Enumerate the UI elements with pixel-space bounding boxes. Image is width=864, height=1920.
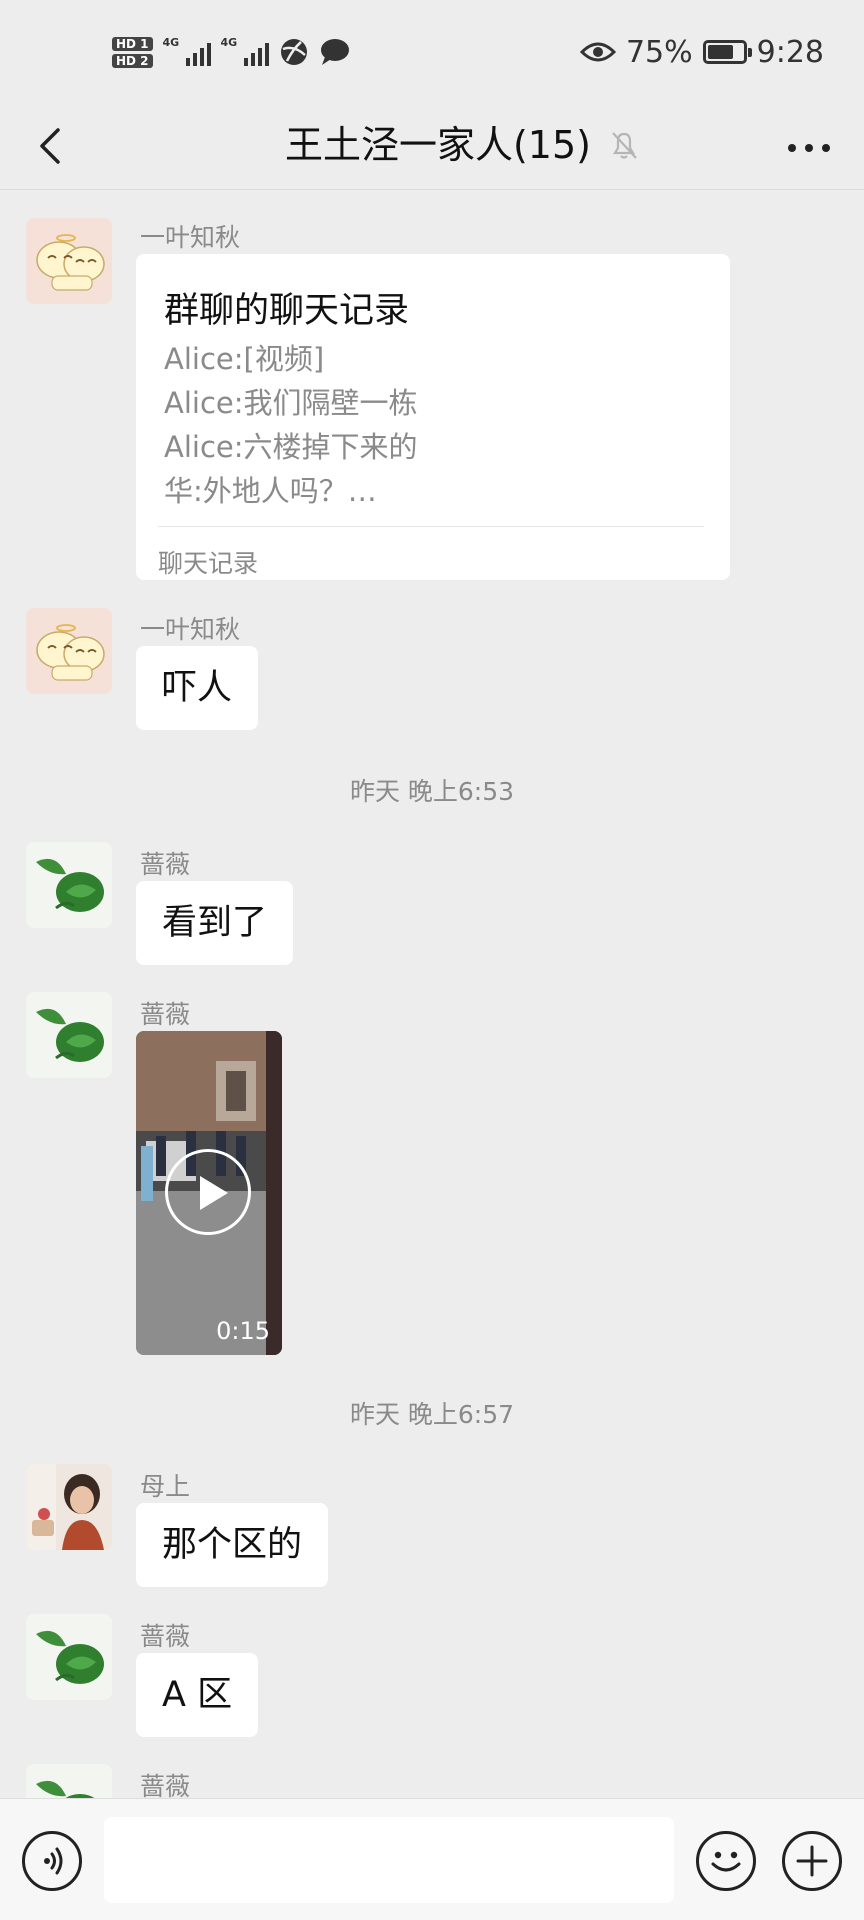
input-bar	[0, 1798, 864, 1920]
avatar[interactable]	[26, 218, 112, 304]
status-bar-right: 75% 9:28	[579, 30, 824, 74]
title-wrap: 王土泾一家人(15)	[285, 120, 639, 170]
message-bubble[interactable]: 那个区的	[136, 1503, 329, 1587]
timestamp: 昨天 晚上6:53	[349, 777, 515, 806]
sender-name: 一叶知秋	[140, 223, 241, 252]
card-line: Alice:[视频]	[164, 342, 325, 376]
chat-history-card[interactable]: 群聊的聊天记录 Alice:[视频] Alice:我们隔壁一栋 Alice:六楼…	[136, 254, 730, 580]
battery-icon	[702, 40, 752, 64]
timestamp: 昨天 晚上6:57	[349, 1400, 515, 1429]
smiley-icon	[711, 1851, 741, 1872]
avatar[interactable]	[26, 1464, 112, 1550]
battery-fill	[707, 45, 734, 59]
net2-label: 4G	[220, 36, 238, 49]
woman-photo-avatar-icon	[26, 1464, 112, 1550]
card-line: Alice:我们隔壁一栋	[164, 386, 418, 420]
sender-name: 蔷薇	[140, 1622, 191, 1651]
more-actions-button[interactable]	[782, 1831, 842, 1891]
title-area: 王土泾一家人(15)	[0, 120, 864, 170]
sender-name: 蔷薇	[140, 1000, 191, 1029]
status-bar: HD 1 HD 2 4G 4G 75% 9:28	[0, 0, 864, 104]
green-rose-avatar-icon	[26, 992, 112, 1078]
green-rose-avatar-icon	[26, 1764, 112, 1798]
chat-header: 王土泾一家人(15)	[0, 104, 864, 190]
video-message[interactable]: 0:15	[136, 1031, 282, 1355]
sender-name: 母上	[140, 1472, 191, 1501]
hd1-badge: HD 1	[112, 36, 153, 51]
emoji-button[interactable]	[696, 1831, 756, 1891]
card-footer: 聊天记录	[158, 549, 259, 578]
signal-1-icon: 4G	[163, 36, 211, 68]
avatar[interactable]	[26, 992, 112, 1078]
card-title: 群聊的聊天记录	[164, 291, 410, 331]
signal-2-icon: 4G	[221, 36, 269, 68]
card-line: 华:外地人吗？…	[164, 474, 377, 508]
clock: 9:28	[756, 34, 824, 70]
dot-icon	[788, 144, 796, 152]
cartoon-cats-avatar-icon	[26, 608, 112, 694]
chat-bubble-icon	[320, 39, 349, 65]
voice-icon	[44, 1847, 63, 1875]
plus-icon	[796, 1845, 828, 1877]
cartoon-cats-avatar-icon	[26, 218, 112, 304]
status-bar-left: HD 1 HD 2 4G 4G	[112, 28, 351, 76]
message-input[interactable]	[104, 1817, 674, 1903]
hd-indicators: HD 1 HD 2	[112, 36, 153, 68]
green-rose-avatar-icon	[26, 1614, 112, 1700]
card-divider	[158, 526, 704, 527]
voice-button[interactable]	[22, 1831, 82, 1891]
more-button[interactable]	[774, 118, 844, 178]
net1-label: 4G	[162, 36, 180, 49]
message-bubble[interactable]: 看到了	[136, 881, 294, 965]
card-line: Alice:六楼掉下来的	[164, 430, 418, 464]
green-rose-avatar-icon	[26, 842, 112, 928]
avatar[interactable]	[26, 608, 112, 694]
sender-name: 蔷薇	[140, 850, 191, 879]
hd2-badge: HD 2	[112, 53, 153, 68]
play-icon[interactable]	[165, 1149, 251, 1235]
dot-icon	[822, 144, 830, 152]
battery-percent: 75%	[625, 34, 693, 70]
avatar[interactable]	[26, 1614, 112, 1700]
avatar[interactable]	[26, 1764, 112, 1798]
sender-name: 一叶知秋	[140, 615, 241, 644]
browser-icon	[280, 39, 307, 65]
eye-icon	[579, 42, 616, 62]
page-title: 王土泾一家人(15)	[284, 123, 591, 167]
video-duration: 0:15	[216, 1317, 270, 1345]
message-bubble[interactable]: 吓人	[136, 646, 259, 730]
avatar[interactable]	[26, 842, 112, 928]
muted-bell-icon	[612, 132, 637, 159]
message-bubble[interactable]: A 区	[136, 1653, 259, 1737]
dot-icon	[805, 144, 813, 152]
